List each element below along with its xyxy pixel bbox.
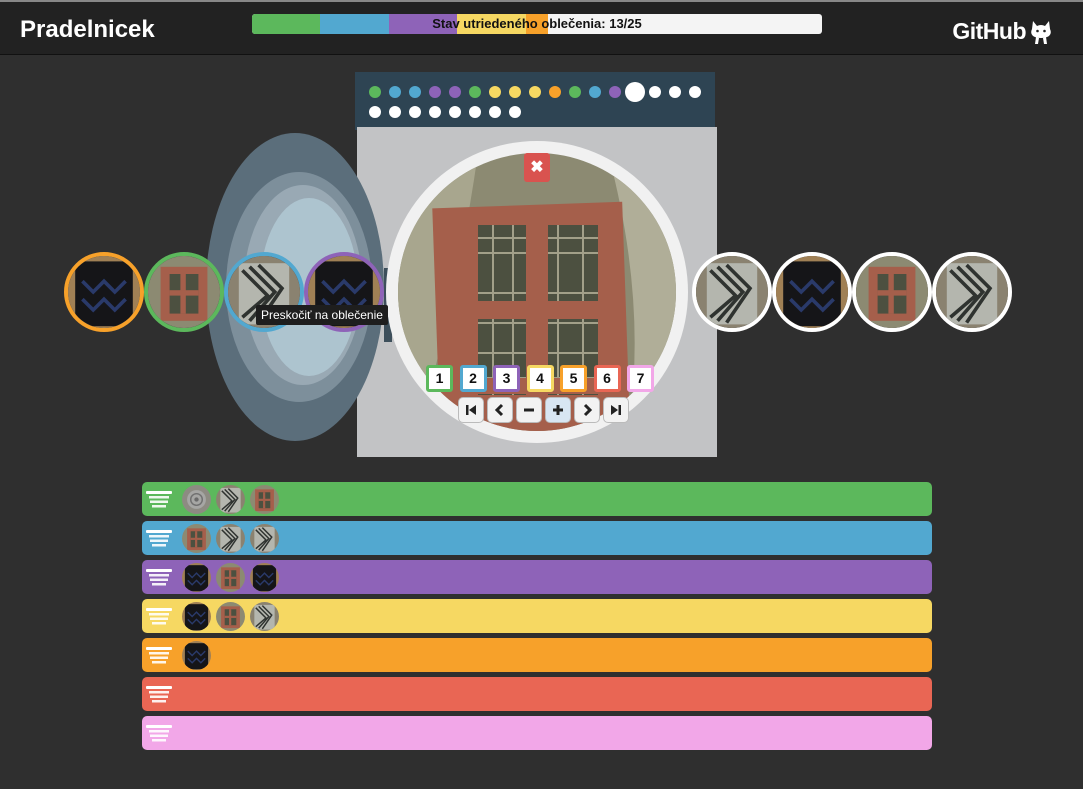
basket-2-button[interactable]: 2: [459, 365, 487, 392]
carousel-item-thumbnail[interactable]: [144, 252, 224, 332]
first-item-button[interactable]: [458, 397, 484, 423]
basket-5-button[interactable]: 5: [560, 365, 587, 392]
next-item-button[interactable]: [574, 397, 600, 423]
last-icon: [611, 405, 621, 415]
basket-icon: [146, 686, 172, 703]
basket-item-thumbnail[interactable]: [182, 602, 211, 631]
item-dot[interactable]: [549, 86, 561, 98]
item-dot[interactable]: [669, 86, 681, 98]
basket-row[interactable]: [142, 677, 932, 711]
basket-7-button[interactable]: 7: [627, 365, 654, 392]
zoom-out-button[interactable]: [516, 397, 542, 423]
first-icon: [466, 405, 476, 415]
basket-item-thumbnail[interactable]: [182, 563, 211, 592]
basket-row[interactable]: [142, 521, 932, 555]
basket-row[interactable]: [142, 482, 932, 516]
basket-item-thumbnail[interactable]: [216, 524, 245, 553]
remove-item-button[interactable]: ✖: [524, 153, 550, 182]
basket-icon: [146, 530, 172, 547]
item-dot[interactable]: [649, 86, 661, 98]
previous-item-button[interactable]: [487, 397, 513, 423]
item-dot[interactable]: [609, 86, 621, 98]
item-dot[interactable]: [389, 86, 401, 98]
basket-4-button[interactable]: 4: [526, 365, 554, 392]
basket-3-button[interactable]: 3: [493, 365, 520, 392]
item-dot[interactable]: [509, 106, 521, 118]
basket-icon: [146, 608, 172, 625]
header-bar: Pradelnicek Stav utriedeného oblečenia: …: [0, 0, 1083, 55]
basket-row[interactable]: [142, 560, 932, 594]
basket-row[interactable]: [142, 599, 932, 633]
app-title: Pradelnicek: [20, 16, 155, 43]
basket-row[interactable]: [142, 716, 932, 750]
item-dot[interactable]: [569, 86, 581, 98]
prev-icon: [494, 403, 504, 417]
item-dot[interactable]: [489, 106, 501, 118]
item-dot[interactable]: [509, 86, 521, 98]
basket-icon: [146, 569, 172, 586]
item-dot[interactable]: [369, 86, 381, 98]
item-dot[interactable]: [449, 106, 461, 118]
item-dot[interactable]: [429, 86, 441, 98]
carousel-item-thumbnail[interactable]: [852, 252, 932, 332]
item-dot[interactable]: [589, 86, 601, 98]
next-icon: [583, 403, 593, 417]
carousel-item-thumbnail[interactable]: [64, 252, 144, 332]
basket-item-thumbnail[interactable]: [216, 602, 245, 631]
carousel-item-thumbnail[interactable]: [932, 252, 1012, 332]
item-dot[interactable]: [409, 106, 421, 118]
github-link[interactable]: GitHub: [952, 18, 1053, 45]
item-dot[interactable]: [489, 86, 501, 98]
skip-to-item-tooltip: Preskočiť na oblečenie: [256, 305, 388, 325]
basket-item-thumbnail[interactable]: [182, 641, 211, 670]
zoom-in-button[interactable]: [545, 397, 571, 423]
basket-1-button[interactable]: 1: [426, 365, 453, 392]
item-dot[interactable]: [369, 106, 381, 118]
item-dot[interactable]: [409, 86, 421, 98]
basket-item-thumbnail[interactable]: [250, 524, 279, 553]
basket-row[interactable]: [142, 638, 932, 672]
basket-item-thumbnail[interactable]: [182, 485, 211, 514]
basket-item-thumbnail[interactable]: [250, 602, 279, 631]
minus-icon: [524, 408, 534, 412]
sorting-progress-bar: Stav utriedeného oblečenia: 13/25: [252, 14, 822, 34]
basket-item-thumbnail[interactable]: [182, 524, 211, 553]
basket-item-thumbnail[interactable]: [250, 563, 279, 592]
item-dot[interactable]: [689, 86, 701, 98]
current-item-dot[interactable]: [625, 82, 645, 102]
item-dot[interactable]: [449, 86, 461, 98]
last-item-button[interactable]: [603, 397, 629, 423]
basket-item-thumbnail[interactable]: [216, 485, 245, 514]
item-dot[interactable]: [429, 106, 441, 118]
basket-icon: [146, 725, 172, 742]
github-label: GitHub: [952, 18, 1026, 44]
item-dot[interactable]: [389, 106, 401, 118]
basket-item-thumbnail[interactable]: [250, 485, 279, 514]
carousel-item-thumbnail[interactable]: [772, 252, 852, 332]
basket-icon: [146, 647, 172, 664]
basket-6-button[interactable]: 6: [593, 365, 621, 392]
item-dot-navigation: [355, 72, 715, 130]
basket-icon: [146, 491, 172, 508]
item-dot[interactable]: [529, 86, 541, 98]
basket-item-thumbnail[interactable]: [216, 563, 245, 592]
item-dot[interactable]: [469, 86, 481, 98]
octocat-icon: [1031, 20, 1051, 44]
progress-text: Stav utriedeného oblečenia: 13/25: [432, 16, 642, 31]
plus-icon: [553, 405, 563, 415]
item-dot[interactable]: [469, 106, 481, 118]
carousel-item-thumbnail[interactable]: [692, 252, 772, 332]
